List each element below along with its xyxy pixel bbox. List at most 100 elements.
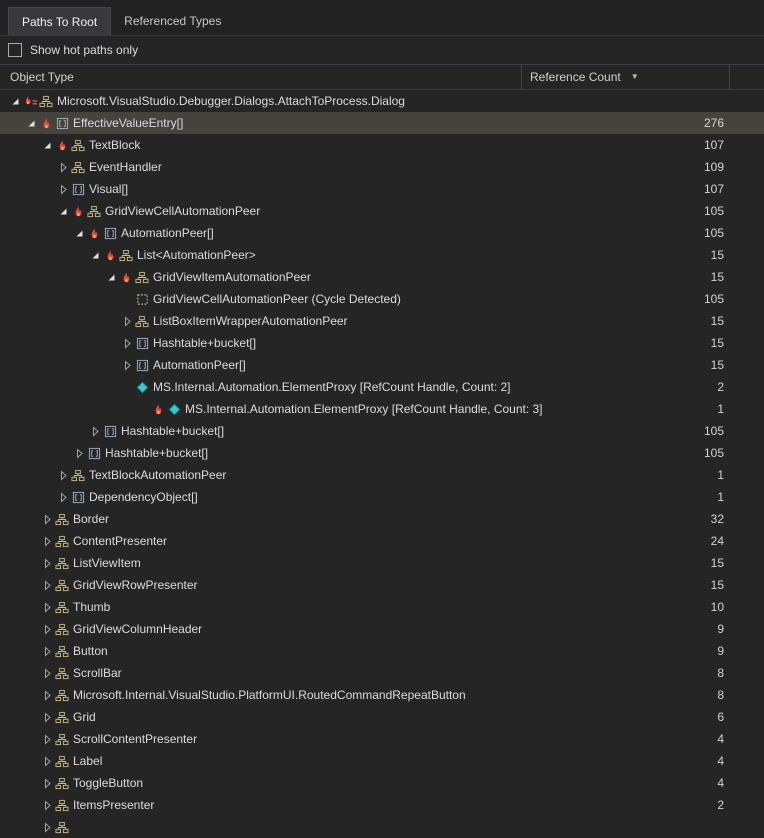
array-icon bbox=[54, 116, 70, 130]
tree-row[interactable]: ItemsPresenter 2 bbox=[0, 794, 764, 816]
reference-count-value: 4 bbox=[717, 732, 724, 746]
tree-row[interactable]: MS.Internal.Automation.ElementProxy [Ref… bbox=[0, 376, 764, 398]
tree-row[interactable]: Hashtable+bucket[] 105 bbox=[0, 442, 764, 464]
proxy-icon bbox=[166, 402, 182, 416]
object-type-label: Label bbox=[73, 754, 103, 768]
expand-arrow-icon[interactable] bbox=[40, 534, 54, 548]
tree-row[interactable]: Visual[] 107 bbox=[0, 178, 764, 200]
reference-count-value: 8 bbox=[717, 666, 724, 680]
expand-arrow-icon[interactable] bbox=[40, 622, 54, 636]
expand-arrow-icon[interactable] bbox=[120, 336, 134, 350]
tree-row[interactable] bbox=[0, 816, 764, 838]
expand-arrow-icon[interactable] bbox=[40, 666, 54, 680]
expand-arrow-icon[interactable] bbox=[40, 512, 54, 526]
tree-row[interactable]: Button 9 bbox=[0, 640, 764, 662]
tree-row[interactable]: Grid 6 bbox=[0, 706, 764, 728]
expand-arrow-icon[interactable] bbox=[40, 754, 54, 768]
expand-arrow-icon[interactable] bbox=[40, 776, 54, 790]
object-type-label: GridViewItemAutomationPeer bbox=[153, 270, 311, 284]
reference-count-value: 105 bbox=[703, 204, 724, 218]
tree-row[interactable]: ContentPresenter 24 bbox=[0, 530, 764, 552]
expand-arrow-icon[interactable] bbox=[72, 446, 86, 460]
expand-arrow-icon[interactable] bbox=[120, 314, 134, 328]
tree-row[interactable]: GridViewRowPresenter 15 bbox=[0, 574, 764, 596]
expand-arrow-icon[interactable] bbox=[40, 578, 54, 592]
class-icon bbox=[54, 534, 70, 548]
tree-row[interactable]: Microsoft.Internal.VisualStudio.Platform… bbox=[0, 684, 764, 706]
tree-row[interactable]: List<AutomationPeer> 15 bbox=[0, 244, 764, 266]
tree-row[interactable]: GridViewItemAutomationPeer 15 bbox=[0, 266, 764, 288]
expand-arrow-icon[interactable] bbox=[56, 490, 70, 504]
tree-row[interactable]: ListViewItem 15 bbox=[0, 552, 764, 574]
column-header-reference-count[interactable]: Reference Count ▼ bbox=[522, 65, 730, 89]
tree-row[interactable]: ScrollContentPresenter 4 bbox=[0, 728, 764, 750]
tree-row[interactable]: GridViewCellAutomationPeer 105 bbox=[0, 200, 764, 222]
tab-paths-to-root[interactable]: Paths To Root bbox=[8, 7, 112, 35]
tree-row[interactable]: ToggleButton 4 bbox=[0, 772, 764, 794]
paths-to-root-panel: Paths To Root Referenced Types Show hot … bbox=[0, 0, 764, 838]
array-icon bbox=[134, 358, 150, 372]
tree-row[interactable]: TextBlockAutomationPeer 1 bbox=[0, 464, 764, 486]
expand-arrow-icon[interactable] bbox=[40, 820, 54, 834]
tree-row[interactable]: DependencyObject[] 1 bbox=[0, 486, 764, 508]
tree-row[interactable]: GridViewColumnHeader 9 bbox=[0, 618, 764, 640]
reference-count-value: 6 bbox=[717, 710, 724, 724]
expand-arrow-icon[interactable] bbox=[88, 424, 102, 438]
collapse-arrow-icon[interactable] bbox=[8, 94, 22, 108]
reference-count-value: 4 bbox=[717, 754, 724, 768]
show-hot-paths-checkbox[interactable] bbox=[8, 43, 22, 57]
object-type-label: ScrollContentPresenter bbox=[73, 732, 198, 746]
expand-arrow-icon[interactable] bbox=[40, 644, 54, 658]
collapse-arrow-icon[interactable] bbox=[72, 226, 86, 240]
expand-arrow-icon[interactable] bbox=[40, 798, 54, 812]
tree-row[interactable]: ScrollBar 8 bbox=[0, 662, 764, 684]
tab-referenced-types[interactable]: Referenced Types bbox=[111, 7, 234, 35]
expand-arrow-icon[interactable] bbox=[40, 688, 54, 702]
tree-row[interactable]: MS.Internal.Automation.ElementProxy [Ref… bbox=[0, 398, 764, 420]
expand-arrow-icon[interactable] bbox=[56, 468, 70, 482]
reference-count-value: 276 bbox=[703, 116, 724, 130]
expand-arrow-icon[interactable] bbox=[40, 556, 54, 570]
flame-equals-icon bbox=[22, 94, 38, 108]
class-icon bbox=[54, 600, 70, 614]
expand-arrow-icon[interactable] bbox=[40, 732, 54, 746]
tree-row[interactable]: Microsoft.VisualStudio.Debugger.Dialogs.… bbox=[0, 90, 764, 112]
tree-row[interactable]: Border 32 bbox=[0, 508, 764, 530]
reference-count-value: 1 bbox=[717, 402, 724, 416]
tree-row[interactable]: EventHandler 109 bbox=[0, 156, 764, 178]
class-icon bbox=[54, 644, 70, 658]
object-type-label: ListViewItem bbox=[73, 556, 141, 570]
tree-row[interactable]: ListBoxItemWrapperAutomationPeer 15 bbox=[0, 310, 764, 332]
show-hot-paths-label[interactable]: Show hot paths only bbox=[30, 43, 138, 57]
tree-row[interactable]: Label 4 bbox=[0, 750, 764, 772]
tree-row[interactable]: Thumb 10 bbox=[0, 596, 764, 618]
tree-row[interactable]: TextBlock 107 bbox=[0, 134, 764, 156]
expand-arrow-icon[interactable] bbox=[40, 600, 54, 614]
object-type-label: ScrollBar bbox=[73, 666, 122, 680]
tree-row[interactable]: AutomationPeer[] 15 bbox=[0, 354, 764, 376]
collapse-arrow-icon[interactable] bbox=[40, 138, 54, 152]
tree-row[interactable]: EffectiveValueEntry[] 276 bbox=[0, 112, 764, 134]
expand-arrow-icon[interactable] bbox=[56, 160, 70, 174]
collapse-arrow-icon[interactable] bbox=[104, 270, 118, 284]
object-type-label: Thumb bbox=[73, 600, 111, 614]
object-type-label: Microsoft.VisualStudio.Debugger.Dialogs.… bbox=[57, 94, 405, 108]
flame-icon bbox=[118, 270, 134, 284]
tree-row[interactable]: Hashtable+bucket[] 15 bbox=[0, 332, 764, 354]
column-header-object-type[interactable]: Object Type bbox=[0, 65, 522, 89]
reference-count-value: 10 bbox=[710, 600, 724, 614]
tree-row[interactable]: Hashtable+bucket[] 105 bbox=[0, 420, 764, 442]
expand-arrow-icon[interactable] bbox=[120, 358, 134, 372]
tree-row[interactable]: AutomationPeer[] 105 bbox=[0, 222, 764, 244]
reference-count-value: 2 bbox=[717, 798, 724, 812]
collapse-arrow-icon[interactable] bbox=[88, 248, 102, 262]
object-type-label: Button bbox=[73, 644, 108, 658]
sort-descending-icon: ▼ bbox=[630, 72, 639, 81]
cycle-icon bbox=[134, 292, 150, 306]
expand-arrow-icon[interactable] bbox=[56, 182, 70, 196]
collapse-arrow-icon[interactable] bbox=[56, 204, 70, 218]
reference-count-value: 105 bbox=[703, 446, 724, 460]
expand-arrow-icon[interactable] bbox=[40, 710, 54, 724]
collapse-arrow-icon[interactable] bbox=[24, 116, 38, 130]
tree-row[interactable]: GridViewCellAutomationPeer (Cycle Detect… bbox=[0, 288, 764, 310]
